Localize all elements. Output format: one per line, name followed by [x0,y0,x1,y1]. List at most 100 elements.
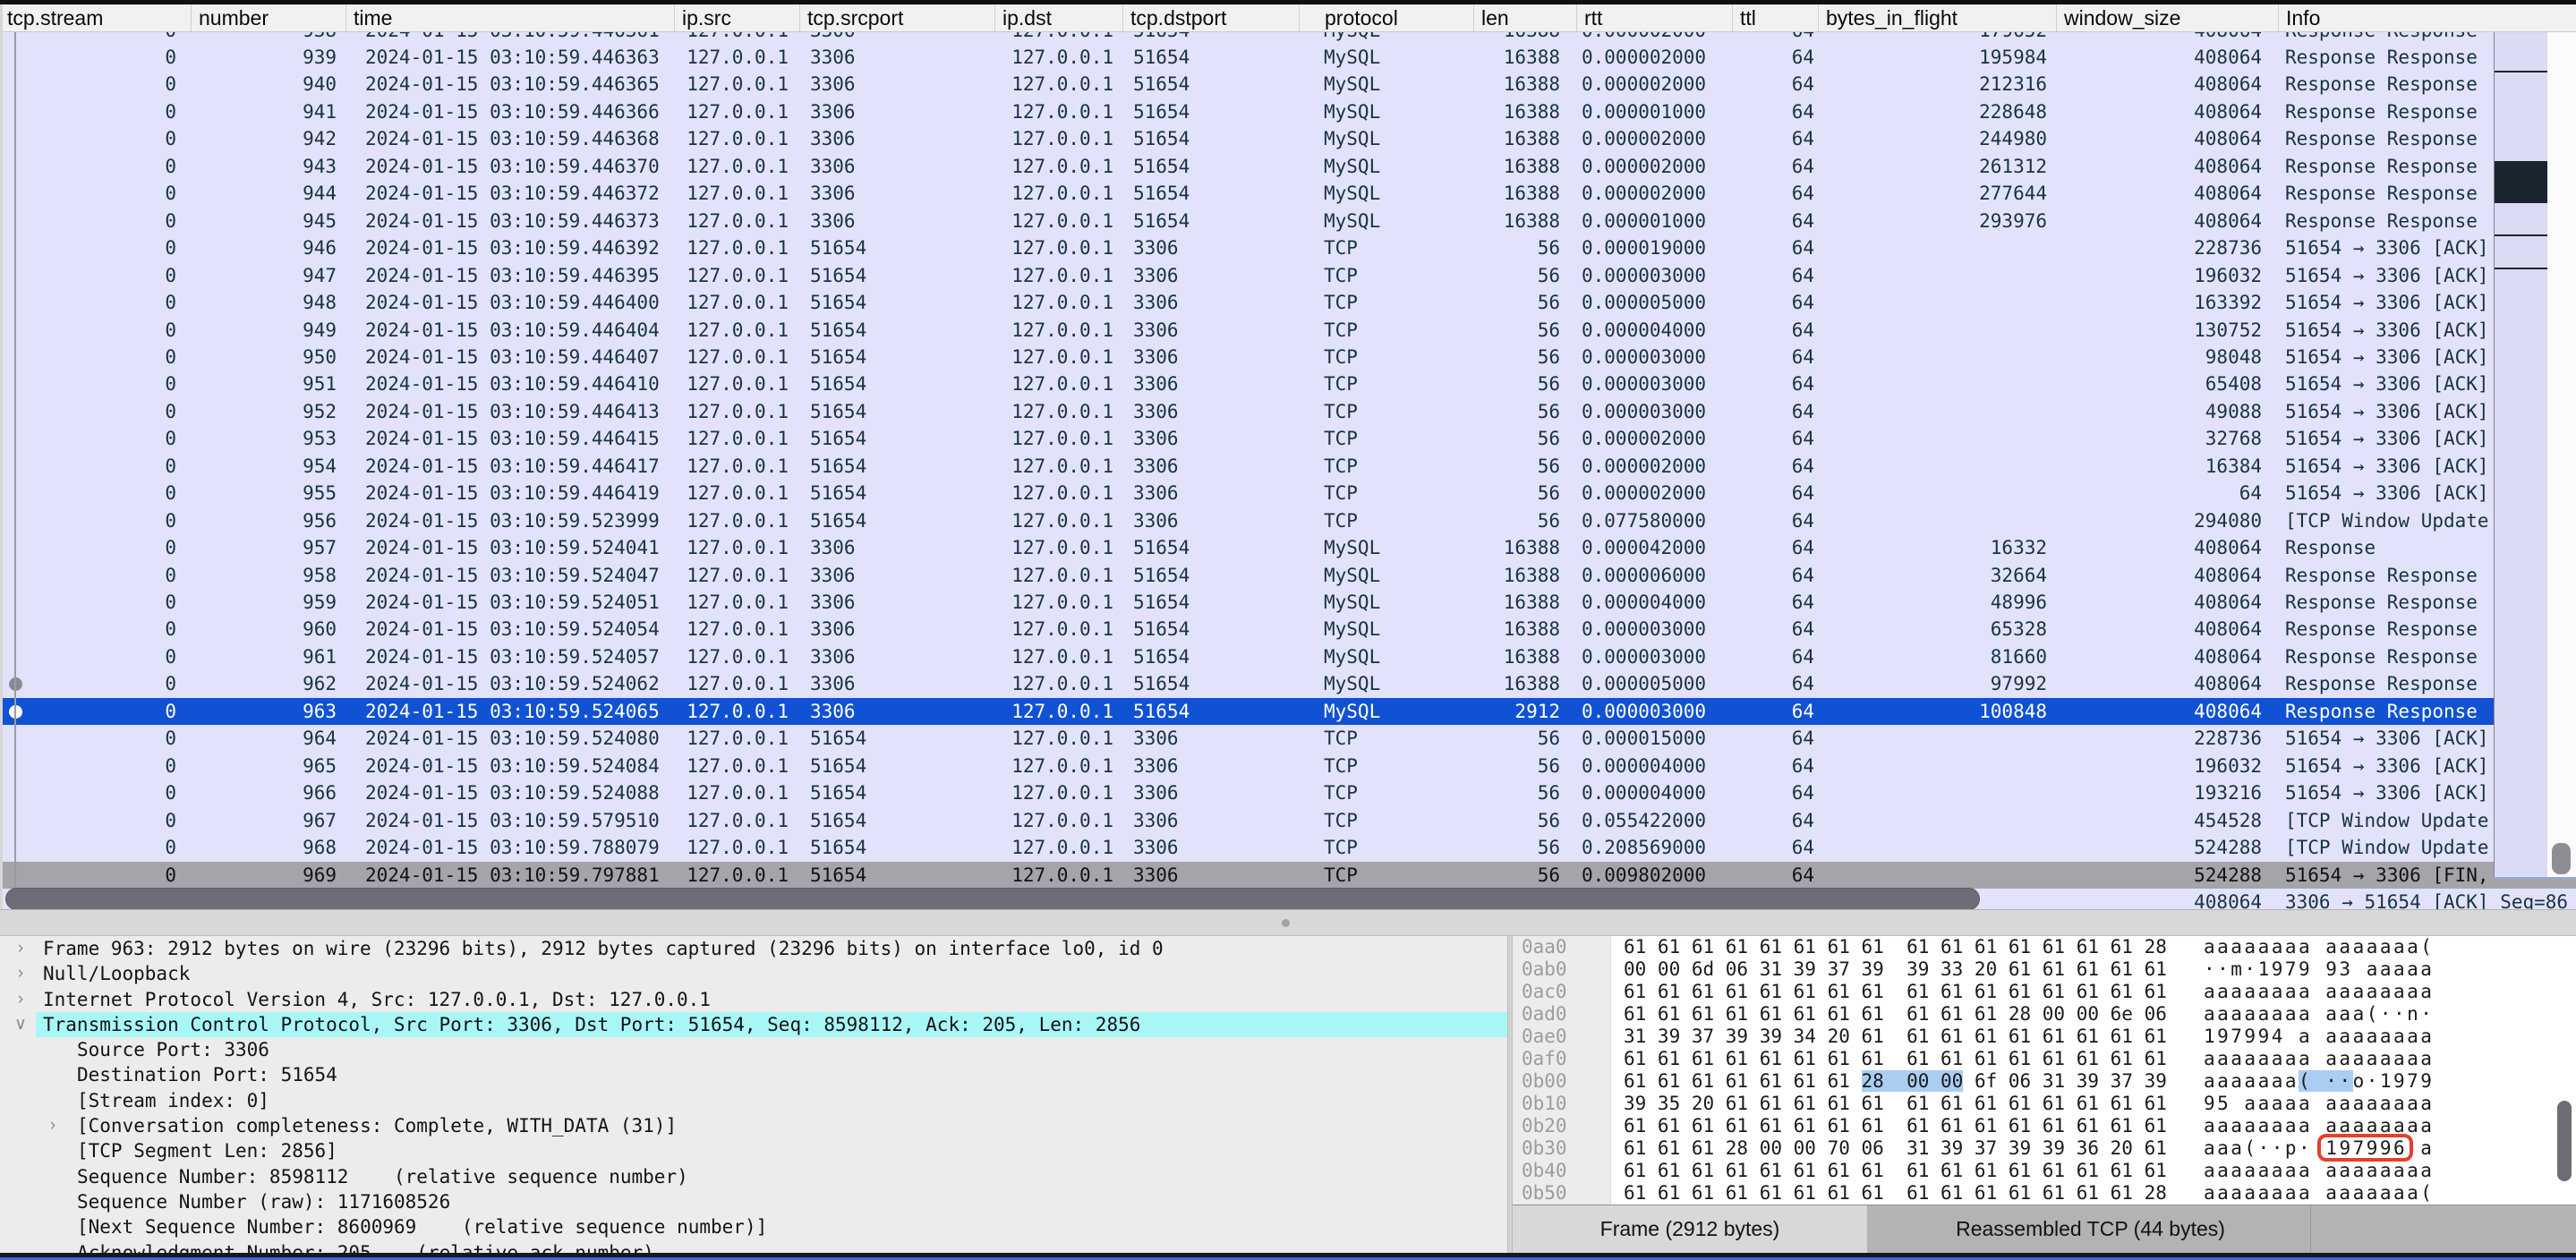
hex-line-0ac0[interactable]: 0ac061 61 61 61 61 61 61 61 61 61 61 61 … [1513,981,2576,1003]
packet-row-960[interactable]: 09602024-01-15 03:10:59.524054127.0.0.13… [0,616,2576,643]
packet-row-966[interactable]: 09662024-01-15 03:10:59.524088127.0.0.15… [0,779,2576,807]
cell-stream: 0 [0,698,191,726]
hex-line-0ab0[interactable]: 0ab000 00 6d 06 31 39 37 39 39 33 20 61 … [1513,958,2576,981]
cell-dst: 127.0.0.1 [994,317,1122,345]
detail-line[interactable]: [Stream index: 0] [0,1088,1507,1113]
hex-line-0b00[interactable]: 0b0061 61 61 61 61 61 61 28 00 00 6f 06 … [1513,1070,2576,1093]
column-header-time[interactable]: time [345,4,674,31]
column-header-ws[interactable]: window_size [2056,4,2278,31]
byte-view-tab-reassembled-tcp[interactable]: Reassembled TCP (44 bytes) [1871,1205,2311,1253]
detail-line[interactable]: Acknowledgment Number: 205 (relative ack… [0,1240,1507,1253]
collapsed-arrow-icon[interactable]: › [7,936,34,961]
packet-row-962[interactable]: 09622024-01-15 03:10:59.524062127.0.0.13… [0,670,2576,698]
hex-line-0af0[interactable]: 0af061 61 61 61 61 61 61 61 61 61 61 61 … [1513,1048,2576,1070]
packet-row-955[interactable]: 09552024-01-15 03:10:59.446419127.0.0.15… [0,480,2576,507]
packet-row-969[interactable]: 09692024-01-15 03:10:59.797881127.0.0.15… [0,862,2576,890]
packet-row-951[interactable]: 09512024-01-15 03:10:59.446410127.0.0.15… [0,370,2576,398]
detail-line[interactable]: ∨ Transmission Control Protocol, Src Port… [0,1012,1507,1037]
packet-row-948[interactable]: 09482024-01-15 03:10:59.446400127.0.0.15… [0,289,2576,317]
hex-line-0b40[interactable]: 0b4061 61 61 61 61 61 61 61 61 61 61 61 … [1513,1160,2576,1182]
detail-line[interactable]: Sequence Number (raw): 1171608526 [0,1189,1507,1214]
column-header-proto[interactable]: protocol [1299,4,1473,31]
column-header-info[interactable]: Info [2278,4,2576,31]
packet-row-946[interactable]: 09462024-01-15 03:10:59.446392127.0.0.15… [0,234,2576,262]
cell-rtt: 0.000003000 [1576,616,1732,643]
packet-row-940[interactable]: 09402024-01-15 03:10:59.446365127.0.0.13… [0,71,2576,98]
column-header-dstport[interactable]: tcp.dstport [1122,4,1299,31]
detail-line[interactable]: ›Internet Protocol Version 4, Src: 127.0… [0,987,1507,1012]
packet-detail-pane[interactable]: ›Frame 963: 2912 bytes on wire (23296 bi… [0,936,1507,1253]
column-header-dst[interactable]: ip.dst [994,4,1122,31]
cell-proto: MySQL [1299,153,1473,181]
cell-proto: TCP [1299,289,1473,317]
detail-line[interactable]: ›[Conversation completeness: Complete, W… [0,1113,1507,1138]
column-header-len[interactable]: len [1473,4,1576,31]
detail-line[interactable]: ›Null/Loopback [0,961,1507,986]
cell-ttl: 64 [1732,779,1818,807]
detail-line[interactable]: [TCP Segment Len: 2856] [0,1138,1507,1163]
packet-row-957[interactable]: 09572024-01-15 03:10:59.524041127.0.0.13… [0,534,2576,562]
packet-row-956[interactable]: 09562024-01-15 03:10:59.523999127.0.0.15… [0,507,2576,535]
packet-row-938[interactable]: 09382024-01-15 03:10:59.446361127.0.0.13… [0,32,2576,45]
column-header-src[interactable]: ip.src [674,4,799,31]
packet-row-954[interactable]: 09542024-01-15 03:10:59.446417127.0.0.15… [0,453,2576,481]
packet-row-947[interactable]: 09472024-01-15 03:10:59.446395127.0.0.15… [0,262,2576,290]
packet-row-965[interactable]: 09652024-01-15 03:10:59.524084127.0.0.15… [0,753,2576,780]
intelligent-scrollbar-minimap[interactable] [2494,32,2547,877]
packet-row-944[interactable]: 09442024-01-15 03:10:59.446372127.0.0.13… [0,180,2576,208]
packet-row-950[interactable]: 09502024-01-15 03:10:59.446407127.0.0.15… [0,344,2576,371]
splitter-handle[interactable] [1282,919,1290,927]
collapsed-arrow-icon[interactable]: › [7,961,34,986]
column-header-bif[interactable]: bytes_in_flight [1818,4,2056,31]
column-header-no[interactable]: number [191,4,345,31]
column-header-srcport[interactable]: tcp.srcport [799,4,994,31]
packet-row-939[interactable]: 09392024-01-15 03:10:59.446363127.0.0.13… [0,44,2576,72]
byte-view-tab-frame[interactable]: Frame (2912 bytes) [1513,1205,1867,1253]
detail-line[interactable]: [Next Sequence Number: 8600969 (relative… [0,1214,1507,1239]
packet-list-hscroll-thumb[interactable] [5,888,1980,910]
column-header-stream[interactable]: tcp.stream [0,4,191,31]
expanded-arrow-icon[interactable]: ∨ [7,1012,34,1037]
packet-row-943[interactable]: 09432024-01-15 03:10:59.446370127.0.0.13… [0,153,2576,181]
packet-row-949[interactable]: 09492024-01-15 03:10:59.446404127.0.0.15… [0,317,2576,345]
packet-list[interactable]: 09382024-01-15 03:10:59.446361127.0.0.13… [0,32,2576,909]
packet-row-945[interactable]: 09452024-01-15 03:10:59.446373127.0.0.13… [0,208,2576,235]
hex-line-0b20[interactable]: 0b2061 61 61 61 61 61 61 61 61 61 61 61 … [1513,1115,2576,1137]
cell-dstport: 51654 [1122,534,1299,562]
packet-list-vscroll-thumb[interactable] [2552,843,2571,874]
packet-row-959[interactable]: 09592024-01-15 03:10:59.524051127.0.0.13… [0,589,2576,617]
packet-row-963[interactable]: 09632024-01-15 03:10:59.524065127.0.0.13… [0,698,2576,726]
column-header-rtt[interactable]: rtt [1576,4,1732,31]
hex-line-0b30[interactable]: 0b3061 61 61 28 00 00 70 06 31 39 37 39 … [1513,1137,2576,1160]
packet-row-964[interactable]: 09642024-01-15 03:10:59.524080127.0.0.15… [0,725,2576,753]
cell-stream: 0 [0,453,191,481]
hex-line-0ae0[interactable]: 0ae031 39 37 39 39 34 20 61 61 61 61 61 … [1513,1026,2576,1048]
hex-vscroll-thumb[interactable] [2557,1101,2572,1181]
packet-row-941[interactable]: 09412024-01-15 03:10:59.446366127.0.0.13… [0,98,2576,126]
packet-row-953[interactable]: 09532024-01-15 03:10:59.446415127.0.0.15… [0,425,2576,453]
packet-row-961[interactable]: 09612024-01-15 03:10:59.524057127.0.0.13… [0,643,2576,671]
collapsed-arrow-icon[interactable]: › [7,987,34,1012]
detail-line[interactable]: Sequence Number: 8598112 (relative seque… [0,1164,1507,1189]
detail-line[interactable]: Destination Port: 51654 [0,1062,1507,1087]
hex-line-0b50[interactable]: 0b5061 61 61 61 61 61 61 61 61 61 61 61 … [1513,1182,2576,1205]
hex-line-0aa0[interactable]: 0aa061 61 61 61 61 61 61 61 61 61 61 61 … [1513,936,2576,958]
detail-line[interactable]: ›Frame 963: 2912 bytes on wire (23296 bi… [0,936,1507,961]
packet-row-967[interactable]: 09672024-01-15 03:10:59.579510127.0.0.15… [0,807,2576,835]
collapsed-arrow-icon[interactable]: › [39,1113,66,1138]
cell-time: 2024-01-15 03:10:59.446413 [345,398,674,426]
cell-stream: 0 [0,480,191,507]
hex-line-0b10[interactable]: 0b1039 35 20 61 61 61 61 61 61 61 61 61 … [1513,1093,2576,1115]
packet-row-952[interactable]: 09522024-01-15 03:10:59.446413127.0.0.15… [0,398,2576,426]
hex-line-0ad0[interactable]: 0ad061 61 61 61 61 61 61 61 61 61 61 28 … [1513,1003,2576,1026]
column-header-ttl[interactable]: ttl [1732,4,1818,31]
packet-row-958[interactable]: 09582024-01-15 03:10:59.524047127.0.0.13… [0,562,2576,590]
packet-row-942[interactable]: 09422024-01-15 03:10:59.446368127.0.0.13… [0,125,2576,153]
cell-stream: 0 [0,834,191,862]
detail-line[interactable]: Source Port: 3306 [0,1037,1507,1062]
packet-row-968[interactable]: 09682024-01-15 03:10:59.788079127.0.0.15… [0,834,2576,862]
detail-line-text: Transmission Control Protocol, Src Port:… [43,1012,1140,1037]
hex-bytes-pane[interactable]: 0aa061 61 61 61 61 61 61 61 61 61 61 61 … [1513,936,2576,1205]
cell-ws: 228736 [2056,725,2278,753]
packet-list-vscroll-track[interactable] [2547,32,2576,877]
